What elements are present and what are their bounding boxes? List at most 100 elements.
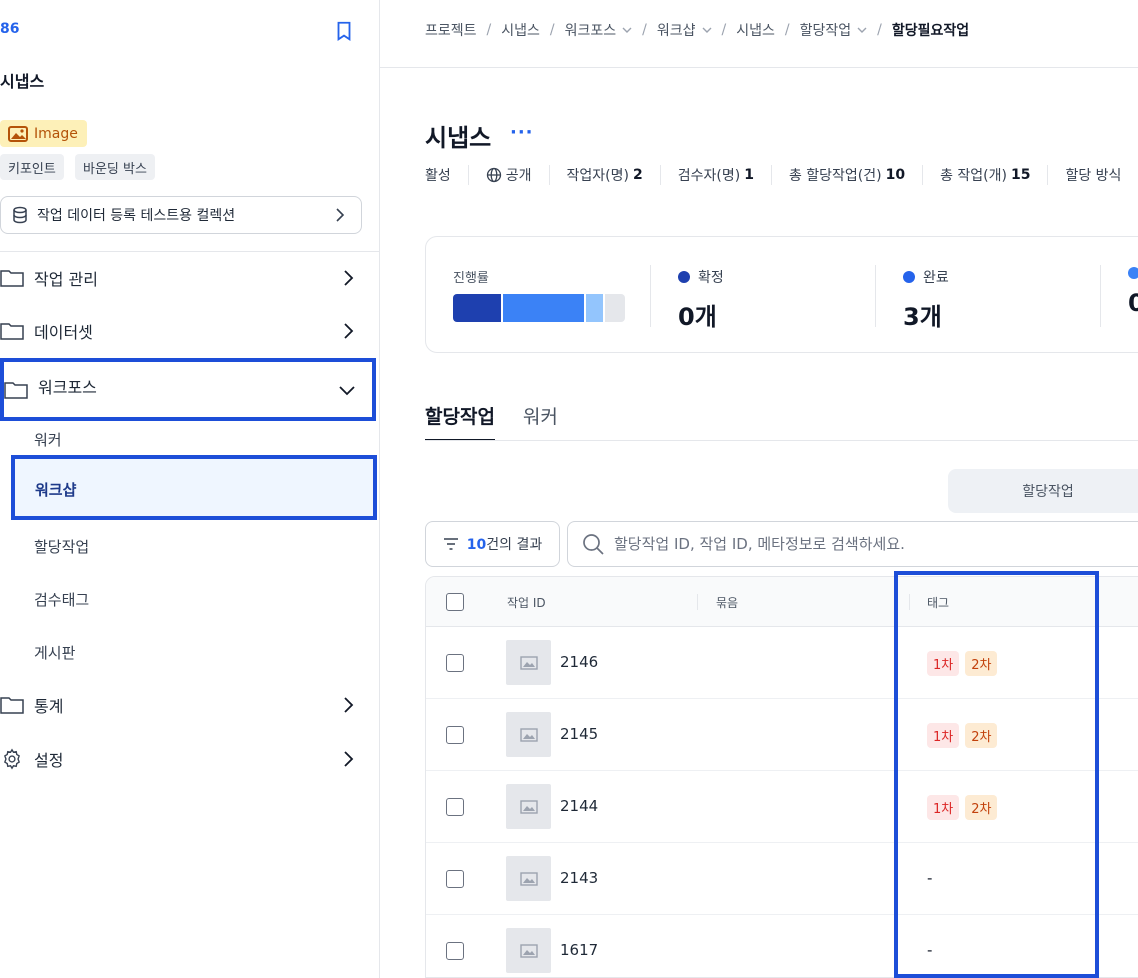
task-id: 2143 [560, 869, 599, 887]
project-id: 86 [0, 21, 20, 37]
chevron-right-icon [344, 697, 354, 713]
table-row[interactable]: 2144 1차 2차 [426, 771, 1138, 843]
sidebar-item-label: 워크포스 [38, 377, 97, 397]
confirmed-value: 0개 [678, 303, 717, 331]
task-id: 2145 [560, 725, 599, 743]
image-placeholder-icon [519, 727, 538, 742]
annotation-type-bbox: 바운딩 박스 [75, 154, 155, 180]
breadcrumb-workshop[interactable]: 워크샵 [657, 20, 696, 40]
annotation-type-keypoint: 키포인트 [0, 154, 64, 180]
assign-method: 할당 방식 [1047, 165, 1138, 185]
globe-icon [486, 167, 501, 183]
table-row[interactable]: 2145 1차 2차 [426, 699, 1138, 771]
sidebar-item-settings[interactable]: 설정 [0, 732, 376, 786]
search-box[interactable] [567, 521, 1138, 567]
breadcrumb: 프로젝트 / 시냅스 / 워크포스 / 워크샵 / 시냅스 / 할당작업 / 할당필요… [425, 20, 970, 40]
data-type-label: Image [34, 125, 78, 142]
image-placeholder-icon [519, 943, 538, 958]
row-checkbox[interactable] [446, 942, 464, 960]
chevron-right-icon [344, 270, 354, 286]
fourth-value: 0 [1128, 289, 1138, 317]
sidebar-subitem-workshop[interactable]: 워크샵 [11, 455, 377, 520]
filter-button[interactable]: 10건의 결과 [425, 521, 560, 567]
tag-empty: - [927, 869, 933, 887]
breadcrumb-project[interactable]: 프로젝트 [425, 20, 477, 40]
tab-bar: 할당작업 워커 [425, 402, 558, 441]
table-row[interactable]: 2146 1차 2차 [426, 627, 1138, 699]
tag-empty: - [927, 941, 933, 959]
fourth-dot [1128, 267, 1138, 279]
table-row[interactable]: 1617 - [426, 915, 1138, 977]
sidebar-item-label: 통계 [34, 697, 64, 716]
sidebar-subitem-review-tag[interactable]: 검수태그 [34, 589, 89, 610]
project-name: 시냅스 [0, 72, 45, 91]
column-separator [697, 594, 698, 610]
thumbnail[interactable] [506, 784, 551, 829]
sidebar-item-task-management[interactable]: 작업 관리 [0, 251, 376, 305]
tab-underline [425, 440, 1138, 441]
assignment-table: 작업 ID 묶음 태그 2146 1차 2차 2145 1차 2차 2144 1차 2차 2143… [425, 576, 1138, 978]
breadcrumb-workforce[interactable]: 워크포스 [565, 20, 617, 40]
tag-list: 1차 2차 [927, 651, 998, 676]
chevron-down-icon[interactable] [857, 26, 867, 34]
more-options-icon[interactable]: ··· [510, 122, 534, 143]
collection-name: 작업 데이터 등록 테스트용 컬렉션 [37, 208, 236, 224]
result-count: 10 [466, 537, 487, 553]
select-all-checkbox[interactable] [446, 593, 464, 611]
bookmark-icon[interactable] [333, 20, 355, 42]
tag-badge: 1차 [927, 795, 960, 820]
sidebar-item-stats[interactable]: 통계 [0, 678, 376, 732]
confirmed-dot [678, 271, 690, 283]
search-input[interactable] [614, 535, 1114, 553]
image-placeholder-icon [519, 871, 538, 886]
sidebar-subitem-assignment[interactable]: 할당작업 [34, 536, 89, 557]
column-group[interactable]: 묶음 [716, 594, 738, 611]
column-tag[interactable]: 태그 [927, 594, 949, 611]
done-dot [903, 271, 915, 283]
breadcrumb-project-name[interactable]: 시냅스 [501, 20, 540, 40]
data-type-badge: Image [0, 120, 87, 147]
tag-badge: 2차 [965, 795, 998, 820]
chevron-down-icon[interactable] [702, 26, 712, 34]
sidebar-item-label: 설정 [34, 751, 64, 770]
thumbnail[interactable] [506, 640, 551, 685]
chevron-down-icon[interactable] [622, 26, 632, 34]
stat-confirmed: 확정 0개 [678, 270, 724, 331]
thumbnail[interactable] [506, 856, 551, 901]
visibility-info: 공개 [467, 165, 549, 185]
sidebar-subitem-board[interactable]: 게시판 [34, 642, 75, 663]
tag-list: 1차 2차 [927, 723, 998, 748]
sidebar-item-label: 작업 관리 [34, 270, 98, 289]
collection-button[interactable]: 작업 데이터 등록 테스트용 컬렉션 [0, 196, 362, 234]
progress-bar [453, 294, 625, 322]
sidebar-subitem-label: 워크샵 [35, 481, 77, 499]
sidebar: 86 시냅스 Image 키포인트 바운딩 박스 작업 데이터 등록 테스트용 … [0, 0, 380, 978]
image-placeholder-icon [519, 799, 538, 814]
tab-worker[interactable]: 워커 [523, 402, 558, 441]
row-checkbox[interactable] [446, 726, 464, 744]
sidebar-item-workforce[interactable]: 워크포스 [0, 358, 376, 421]
thumbnail[interactable] [506, 928, 551, 973]
thumbnail[interactable] [506, 712, 551, 757]
tag-list: 1차 2차 [927, 795, 998, 820]
breadcrumb-assignment[interactable]: 할당작업 [800, 20, 852, 40]
result-suffix: 건의 결과 [486, 537, 543, 553]
done-value: 3개 [903, 303, 942, 331]
table-row[interactable]: 2143 - [426, 843, 1138, 915]
table-header: 작업 ID 묶음 태그 [426, 577, 1138, 627]
sidebar-item-dataset[interactable]: 데이터셋 [0, 304, 376, 358]
workers-count: 작업자(명) 2 [548, 165, 660, 185]
folder-icon [0, 323, 24, 340]
row-checkbox[interactable] [446, 654, 464, 672]
tab-assignment[interactable]: 할당작업 [425, 402, 495, 441]
stat-divider [875, 265, 876, 327]
row-checkbox[interactable] [446, 798, 464, 816]
sidebar-subitem-worker[interactable]: 워커 [34, 429, 62, 450]
row-checkbox[interactable] [446, 870, 464, 888]
search-icon [583, 534, 604, 555]
column-task-id[interactable]: 작업 ID [507, 594, 546, 611]
assign-task-button[interactable]: 할당작업 [948, 469, 1138, 513]
breadcrumb-workshop-name[interactable]: 시냅스 [736, 20, 775, 40]
chevron-right-icon [344, 751, 354, 767]
chevron-down-icon [339, 385, 355, 395]
